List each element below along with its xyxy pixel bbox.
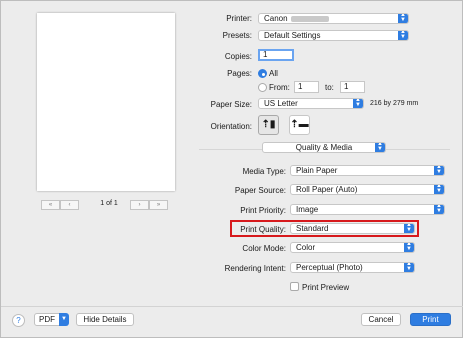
print-dialog: « ‹ 1 of 1 › » Printer: Canon ▲ ▼ Presets… — [0, 0, 463, 338]
section-value: Quality & Media — [295, 143, 353, 152]
prev-page-button[interactable]: ‹ — [60, 200, 79, 210]
print-priority-value: Image — [296, 205, 319, 214]
presets-select[interactable]: Default Settings ▲ ▼ — [258, 30, 409, 41]
color-mode-select[interactable]: Color ▲ ▼ — [290, 242, 415, 253]
pages-from-input[interactable]: 1 — [294, 81, 319, 93]
chevron-updown-icon: ▲ ▼ — [353, 99, 363, 108]
print-priority-select[interactable]: Image ▲ ▼ — [290, 204, 445, 215]
print-priority-label: Print Priority: — [240, 206, 286, 215]
color-mode-value: Color — [296, 243, 316, 252]
landscape-icon: ⇡▬ — [290, 119, 309, 130]
footer-separator — [1, 306, 463, 307]
copies-label: Copies: — [224, 52, 252, 61]
help-button[interactable]: ? — [12, 314, 25, 327]
chevron-updown-icon: ▲ ▼ — [398, 31, 408, 40]
print-preview-label: Print Preview — [302, 283, 350, 292]
pages-to-input[interactable]: 1 — [340, 81, 365, 93]
hide-details-button[interactable]: Hide Details — [76, 313, 134, 326]
pages-from-label: From: — [269, 83, 290, 92]
printer-label: Printer: — [226, 14, 252, 23]
printer-value: Canon — [264, 14, 288, 23]
pdf-button[interactable]: PDF — [34, 313, 60, 326]
paper-size-dimensions: 216 by 279 mm — [370, 100, 419, 107]
pages-all-radio[interactable] — [258, 69, 267, 78]
last-page-button[interactable]: » — [149, 200, 168, 210]
media-type-value: Plain Paper — [296, 166, 338, 175]
pages-all-label: All — [269, 69, 278, 78]
page-indicator: 1 of 1 — [100, 200, 118, 207]
chevron-updown-icon: ▲ ▼ — [404, 243, 414, 252]
print-quality-value: Standard — [296, 224, 329, 233]
paper-size-value: US Letter — [264, 99, 298, 108]
page-preview — [37, 13, 175, 191]
pages-to-label: to: — [325, 83, 334, 92]
rendering-intent-label: Rendering Intent: — [224, 264, 286, 273]
printer-select[interactable]: Canon ▲ ▼ — [258, 13, 409, 24]
rendering-intent-value: Perceptual (Photo) — [296, 263, 363, 272]
paper-size-select[interactable]: US Letter ▲ ▼ — [258, 98, 364, 109]
chevron-updown-icon: ▲ ▼ — [398, 14, 408, 23]
orientation-label: Orientation: — [210, 122, 252, 131]
portrait-orientation-button[interactable]: ⇡▮ — [258, 115, 279, 135]
pages-from-radio[interactable] — [258, 83, 267, 92]
print-quality-select[interactable]: Standard ▲ ▼ — [290, 223, 415, 234]
presets-value: Default Settings — [264, 31, 321, 40]
preview-pager-right: › » — [130, 200, 168, 210]
section-select[interactable]: Quality & Media ▲ ▼ — [262, 142, 386, 153]
chevron-updown-icon: ▲ ▼ — [434, 205, 444, 214]
presets-label: Presets: — [222, 31, 252, 40]
next-page-button[interactable]: › — [130, 200, 149, 210]
cancel-button[interactable]: Cancel — [361, 313, 401, 326]
chevron-updown-icon: ▲ ▼ — [404, 224, 414, 233]
chevron-down-icon[interactable]: ▼ — [59, 313, 69, 326]
chevron-updown-icon: ▲ ▼ — [404, 263, 414, 272]
chevron-updown-icon: ▲ ▼ — [434, 166, 444, 175]
paper-source-label: Paper Source: — [234, 186, 286, 195]
paper-source-select[interactable]: Roll Paper (Auto) ▲ ▼ — [290, 184, 445, 195]
paper-source-value: Roll Paper (Auto) — [296, 185, 358, 194]
portrait-icon: ⇡▮ — [261, 119, 276, 130]
paper-size-label: Paper Size: — [210, 100, 252, 109]
chevron-updown-icon: ▲ ▼ — [375, 143, 385, 152]
print-preview-checkbox[interactable] — [290, 282, 299, 291]
media-type-select[interactable]: Plain Paper ▲ ▼ — [290, 165, 445, 176]
color-mode-label: Color Mode: — [242, 244, 286, 253]
landscape-orientation-button[interactable]: ⇡▬ — [289, 115, 310, 135]
first-page-button[interactable]: « — [41, 200, 60, 210]
print-button[interactable]: Print — [410, 313, 451, 326]
printer-model-redacted — [290, 15, 329, 22]
chevron-updown-icon: ▲ ▼ — [434, 185, 444, 194]
copies-input[interactable]: 1 — [258, 49, 294, 61]
rendering-intent-select[interactable]: Perceptual (Photo) ▲ ▼ — [290, 262, 415, 273]
print-quality-label: Print Quality: — [240, 225, 286, 234]
media-type-label: Media Type: — [242, 167, 286, 176]
pages-label: Pages: — [227, 69, 252, 78]
preview-pager-left: « ‹ — [41, 200, 79, 210]
